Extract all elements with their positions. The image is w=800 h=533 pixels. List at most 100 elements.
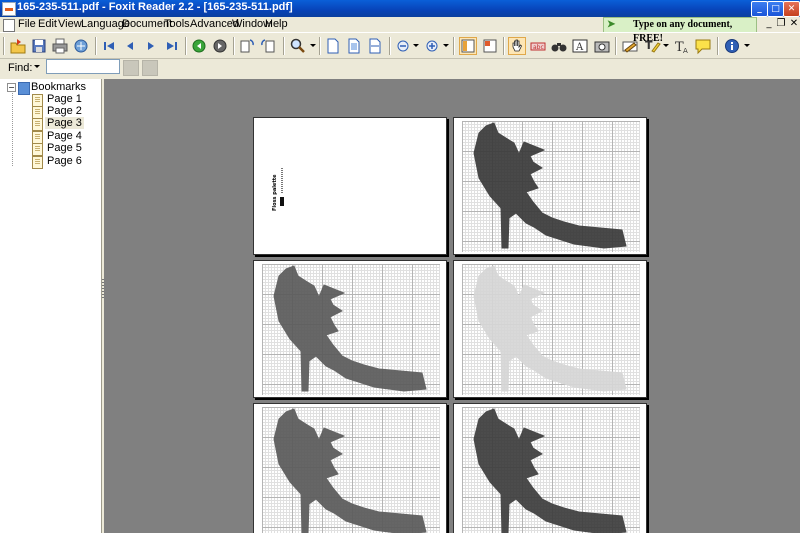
select-text-icon[interactable]: abc bbox=[529, 37, 547, 55]
fit-page-icon[interactable] bbox=[345, 37, 363, 55]
highlight-icon[interactable]: T bbox=[643, 37, 661, 55]
toolbar-separator bbox=[717, 37, 719, 55]
bookmark-item[interactable]: Page 5 bbox=[32, 142, 102, 156]
doc-minimize-button[interactable]: _ bbox=[763, 18, 775, 30]
page-icon bbox=[32, 156, 43, 169]
first-page-icon[interactable] bbox=[100, 37, 118, 55]
info-dropdown-arrow[interactable] bbox=[744, 44, 750, 47]
find-label: Find: bbox=[8, 62, 33, 74]
tree-connector bbox=[12, 93, 14, 166]
pdf-page-3[interactable] bbox=[253, 260, 447, 398]
menu-tools[interactable]: Tools bbox=[164, 18, 190, 31]
menu-file[interactable]: File bbox=[18, 18, 36, 31]
shoe-pattern bbox=[473, 265, 627, 392]
floss-palette-legend: Floss palette bbox=[268, 163, 308, 213]
fit-width-icon[interactable] bbox=[366, 37, 384, 55]
print-icon[interactable] bbox=[51, 37, 69, 55]
menu-edit[interactable]: Edit bbox=[38, 18, 57, 31]
legend-title: Floss palette bbox=[272, 174, 278, 211]
find-options-arrow[interactable] bbox=[34, 65, 40, 68]
actual-size-icon[interactable] bbox=[324, 37, 342, 55]
zoom-in-dropdown-arrow[interactable] bbox=[443, 44, 449, 47]
bookmark-label: Page 1 bbox=[47, 93, 82, 105]
menu-help[interactable]: Help bbox=[265, 18, 288, 31]
document-icon[interactable] bbox=[3, 19, 15, 32]
find-bar: Find: bbox=[0, 58, 800, 78]
rotate-right-icon[interactable] bbox=[259, 37, 277, 55]
pdf-page-4[interactable] bbox=[453, 260, 647, 398]
email-icon[interactable] bbox=[72, 37, 90, 55]
toolbar-separator bbox=[319, 37, 321, 55]
hand-tool-icon[interactable] bbox=[508, 37, 526, 55]
svg-text:A: A bbox=[683, 47, 688, 55]
bookmark-item-selected[interactable]: Page 3 bbox=[32, 117, 102, 131]
pdf-page-2[interactable] bbox=[453, 117, 647, 255]
bookmarks-root-label[interactable]: Bookmarks bbox=[31, 81, 86, 93]
bookmarks-panel: − Bookmarks Page 1 Page 2 Page 3 Page 4 … bbox=[0, 79, 102, 533]
toolbar-separator bbox=[503, 37, 505, 55]
thumbnail-icon[interactable] bbox=[481, 37, 499, 55]
info-icon[interactable] bbox=[723, 37, 741, 55]
page-icon bbox=[32, 118, 43, 131]
pdf-page-5[interactable] bbox=[253, 403, 447, 533]
bookmark-label: Page 6 bbox=[47, 155, 82, 167]
zoom-out-dropdown-arrow[interactable] bbox=[413, 44, 419, 47]
doc-restore-button[interactable]: ❐ bbox=[775, 18, 787, 30]
minimize-button[interactable]: _ bbox=[751, 1, 768, 17]
next-page-icon[interactable] bbox=[142, 37, 160, 55]
zoom-in-icon[interactable] bbox=[423, 37, 441, 55]
highlight-dropdown-arrow[interactable] bbox=[663, 44, 669, 47]
toolbar-separator bbox=[453, 37, 455, 55]
doc-close-button[interactable]: ✕ bbox=[788, 18, 800, 30]
toolbar-separator bbox=[185, 37, 187, 55]
shoe-pattern bbox=[273, 265, 427, 392]
collapse-toggle[interactable]: − bbox=[7, 83, 16, 92]
promo-banner[interactable]: ➤ Type on any document, FREE! bbox=[603, 17, 757, 44]
shoe-pattern bbox=[273, 408, 427, 533]
app-icon[interactable] bbox=[2, 2, 16, 16]
toolbar-separator bbox=[95, 37, 97, 55]
close-button[interactable]: ✕ bbox=[783, 1, 800, 17]
title-bar: 165-235-511.pdf - Foxit Reader 2.2 - [16… bbox=[0, 0, 800, 17]
last-page-icon[interactable] bbox=[163, 37, 181, 55]
find-icon[interactable] bbox=[550, 37, 568, 55]
toolbar-separator bbox=[615, 37, 617, 55]
window-title: 165-235-511.pdf - Foxit Reader 2.2 - [16… bbox=[17, 1, 293, 13]
zoom-dropdown-arrow[interactable] bbox=[310, 44, 316, 47]
zoom-out-icon[interactable] bbox=[394, 37, 412, 55]
menu-view[interactable]: View bbox=[58, 18, 82, 31]
toolbar-separator bbox=[283, 37, 285, 55]
bookmark-label: Page 4 bbox=[47, 130, 82, 142]
save-icon[interactable] bbox=[30, 37, 48, 55]
pdf-page-6[interactable] bbox=[453, 403, 647, 533]
rotate-left-icon[interactable] bbox=[238, 37, 256, 55]
shoe-pattern bbox=[473, 122, 627, 249]
bookmarks-root-icon bbox=[18, 82, 30, 95]
bookmark-label: Page 3 bbox=[45, 117, 84, 129]
bookmark-item[interactable]: Page 6 bbox=[32, 155, 102, 169]
note-icon[interactable] bbox=[694, 37, 712, 55]
bookmark-label: Page 5 bbox=[47, 142, 82, 154]
promo-arrow-icon: ➤ bbox=[607, 19, 616, 30]
find-previous-button[interactable] bbox=[123, 60, 139, 76]
bookmark-panel-icon[interactable] bbox=[459, 37, 477, 55]
pencil-icon[interactable] bbox=[621, 37, 639, 55]
go-forward-icon[interactable] bbox=[211, 37, 229, 55]
pdf-page-1[interactable]: Floss palette bbox=[253, 117, 447, 255]
find-input[interactable] bbox=[46, 59, 120, 74]
maximize-button[interactable]: □ bbox=[767, 1, 784, 17]
typewriter-icon[interactable]: A bbox=[571, 37, 589, 55]
svg-text:abc: abc bbox=[533, 44, 544, 51]
open-icon[interactable] bbox=[9, 37, 27, 55]
zoom-icon[interactable] bbox=[289, 37, 307, 55]
document-view[interactable]: Floss palette bbox=[104, 79, 800, 533]
shoe-pattern bbox=[473, 408, 627, 533]
go-back-icon[interactable] bbox=[190, 37, 208, 55]
find-next-button[interactable] bbox=[142, 60, 158, 76]
page-icon bbox=[32, 143, 43, 156]
toolbar-grip bbox=[3, 37, 5, 55]
text-tool-icon[interactable]: TA bbox=[673, 37, 691, 55]
previous-page-icon[interactable] bbox=[121, 37, 139, 55]
snapshot-icon[interactable] bbox=[593, 37, 611, 55]
toolbar-separator bbox=[233, 37, 235, 55]
